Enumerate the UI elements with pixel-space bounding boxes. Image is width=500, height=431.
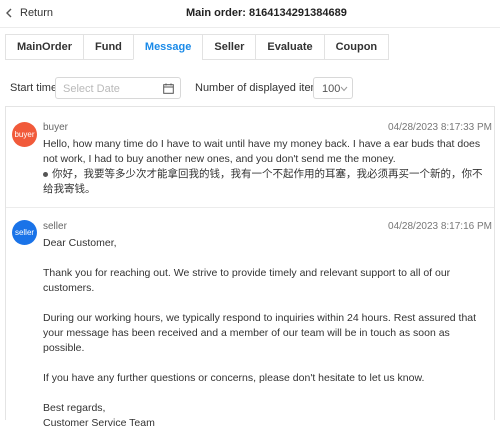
start-time-label: Start time: [10,82,61,94]
message-divider [6,207,494,208]
chevron-left-icon [6,8,12,18]
message-paragraph: If you have any further questions or con… [43,372,425,384]
message-time: 04/28/2023 8:17:33 PM [388,122,492,133]
message-translation: 你好，我要等多少次才能拿回我的钱，我有一个不起作用的耳塞，我必须再买一个新的，你… [43,168,483,195]
message-text: Hello, how many time do I have to wait u… [43,138,481,165]
calendar-icon [163,83,174,94]
tab-message[interactable]: Message [132,34,203,60]
message-body: Dear Customer, Thank you for reaching ou… [43,236,489,431]
message-paragraph: Dear Customer, [43,237,117,249]
items-count-select[interactable]: 100 [313,77,353,99]
return-button[interactable]: Return [4,7,53,19]
items-count-label: Number of displayed items: [195,82,329,94]
tab-fund[interactable]: Fund [83,34,133,60]
message-paragraph: Best regards, [43,402,106,414]
tab-coupon[interactable]: Coupon [323,34,390,60]
main-order-title: Main order: 8164134291384689 [186,7,347,19]
tab-mainorder[interactable]: MainOrder [5,34,84,60]
bullet-icon [43,171,48,177]
message-sender: seller [43,221,67,232]
message-body: Hello, how many time do I have to wait u… [43,137,489,197]
page-header: Return Main order: 8164134291384689 [0,0,500,28]
start-date-picker[interactable]: Select Date [55,77,181,99]
message-time: 04/28/2023 8:17:16 PM [388,221,492,232]
message-translation-line: 你好，我要等多少次才能拿回我的钱，我有一个不起作用的耳塞，我必须再买一个新的，你… [43,167,489,197]
message-sender: buyer [43,122,69,133]
tab-seller[interactable]: Seller [202,34,256,60]
message-paragraph: Thank you for reaching out. We strive to… [43,267,451,294]
chevron-down-icon [340,86,348,92]
tab-bar: MainOrder Fund Message Seller Evaluate C… [5,34,390,60]
tab-evaluate[interactable]: Evaluate [255,34,324,60]
buyer-avatar: buyer [12,122,37,147]
seller-avatar: seller [12,220,37,245]
date-placeholder: Select Date [63,83,120,95]
items-count-value: 100 [322,83,341,95]
filter-bar: Start time: Select Date Number of displa… [0,77,500,101]
message-paragraph: During our working hours, we typically r… [43,312,477,354]
message-paragraph: Customer Service Team [43,417,155,429]
message-panel: buyer buyer 04/28/2023 8:17:33 PM Hello,… [5,106,495,429]
return-label: Return [20,7,54,19]
